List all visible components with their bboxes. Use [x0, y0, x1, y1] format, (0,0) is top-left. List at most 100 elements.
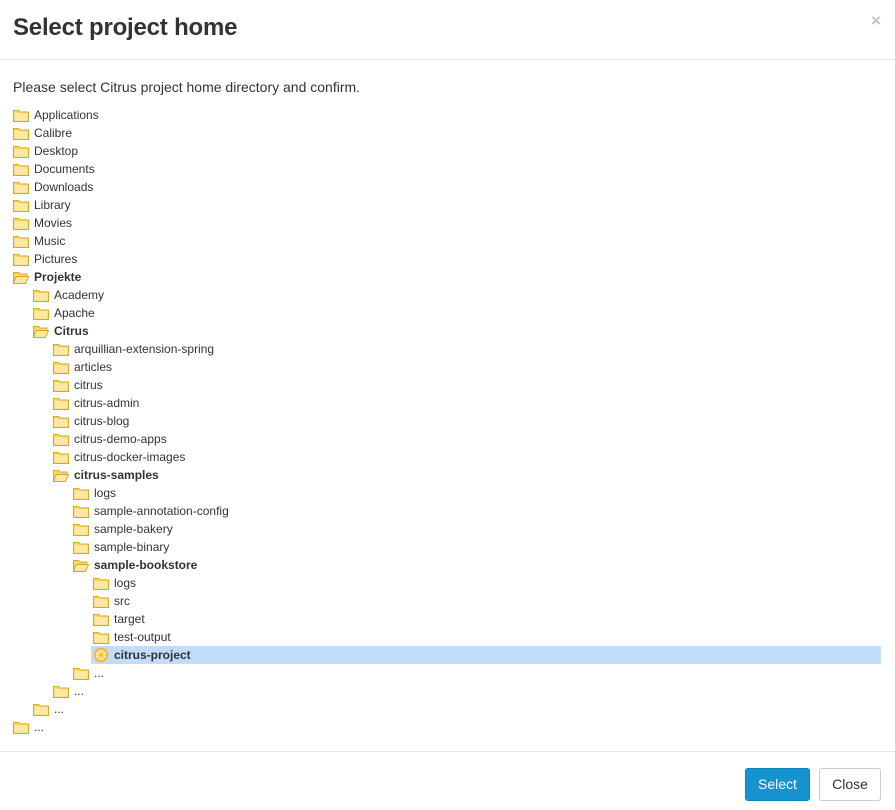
tree-node-label: Projekte	[34, 270, 82, 284]
folder-icon	[73, 487, 89, 500]
tree-node-label: ...	[54, 702, 65, 716]
dialog-header: Select project home ×	[0, 0, 895, 60]
tree-node[interactable]: citrus-blog	[53, 412, 129, 430]
tree-node[interactable]: Pictures	[13, 250, 77, 268]
tree-node-label: citrus-docker-images	[74, 450, 186, 464]
tree-node-label: Apache	[54, 306, 95, 320]
tree-node[interactable]: articles	[53, 358, 112, 376]
folder-icon	[13, 253, 29, 266]
instruction-text: Please select Citrus project home direct…	[13, 79, 361, 95]
tree-node-label: target	[114, 612, 145, 626]
tree-node[interactable]: target	[93, 610, 145, 628]
tree-node[interactable]: Music	[13, 232, 65, 250]
tree-node[interactable]: Desktop	[13, 142, 78, 160]
folder-icon	[93, 613, 109, 626]
tree-node[interactable]: Academy	[33, 286, 104, 304]
tree-node-label: ...	[74, 684, 85, 698]
folder-icon	[13, 235, 29, 248]
tree-node-label: articles	[74, 360, 113, 374]
folder-icon	[13, 145, 29, 158]
tree-node[interactable]: ...	[13, 718, 44, 736]
folder-icon	[53, 433, 69, 446]
folder-icon	[13, 127, 29, 140]
tree-node[interactable]: ...	[33, 700, 64, 718]
tree-node[interactable]: arquillian-extension-spring	[53, 340, 214, 358]
tree-node[interactable]: Downloads	[13, 178, 93, 196]
tree-node[interactable]: Applications	[13, 106, 99, 124]
tree-node[interactable]: citrus-docker-images	[53, 448, 185, 466]
tree-node-label: Desktop	[34, 144, 79, 158]
tree-node-label: citrus-project	[114, 648, 191, 662]
tree-node[interactable]: citrus-samples	[52, 466, 159, 484]
tree-node[interactable]: ...	[73, 664, 104, 682]
tree-node-label: logs	[114, 576, 137, 590]
tree-node[interactable]: logs	[73, 484, 116, 502]
tree-node-label: src	[114, 594, 130, 608]
tree-node-label: Movies	[34, 216, 73, 230]
folder-icon	[73, 541, 89, 554]
folder-icon	[13, 217, 29, 230]
folder-icon	[73, 505, 89, 518]
tree-node[interactable]: sample-binary	[73, 538, 169, 556]
folder-icon	[73, 667, 89, 680]
tree-node-label: Academy	[54, 288, 105, 302]
folder-icon	[13, 181, 29, 194]
folder-icon	[33, 289, 49, 302]
tree-node-label: Applications	[34, 108, 99, 122]
tree-node-label: citrus-demo-apps	[74, 432, 167, 446]
tree-node[interactable]: Movies	[13, 214, 72, 232]
folder-open-icon	[32, 325, 50, 338]
tree-node-label: test-output	[114, 630, 171, 644]
tree-node[interactable]: Apache	[33, 304, 95, 322]
tree-node[interactable]: citrus	[53, 376, 103, 394]
folder-icon	[93, 631, 109, 644]
folder-icon	[73, 523, 89, 536]
tree-node[interactable]: Library	[13, 196, 71, 214]
tree-node[interactable]: test-output	[93, 628, 171, 646]
tree-node[interactable]: Calibre	[13, 124, 72, 142]
tree-node-label: ...	[94, 666, 105, 680]
tree-node-label: Library	[34, 198, 71, 212]
tree-node-label: Pictures	[34, 252, 78, 266]
folder-icon	[13, 109, 29, 122]
tree-node[interactable]: logs	[93, 574, 136, 592]
tree-node[interactable]: ...	[53, 682, 84, 700]
tree-node[interactable]: sample-annotation-config	[73, 502, 229, 520]
folder-open-icon	[72, 559, 90, 572]
tree-node[interactable]: Citrus	[32, 322, 89, 340]
folder-icon	[53, 397, 69, 410]
select-button[interactable]: Select	[745, 768, 810, 801]
tree-node-label: ...	[34, 720, 45, 734]
folder-icon	[53, 685, 69, 698]
tree-node[interactable]: sample-bookstore	[72, 556, 198, 574]
tree-node-label: citrus	[74, 378, 103, 392]
folder-icon	[53, 415, 69, 428]
close-icon[interactable]: ×	[871, 11, 881, 31]
tree-node[interactable]: Projekte	[12, 268, 82, 286]
tree-node[interactable]: src	[93, 592, 130, 610]
tree-node[interactable]: citrus-demo-apps	[53, 430, 167, 448]
folder-icon	[53, 361, 69, 374]
tree-node-label: sample-bookstore	[94, 558, 198, 572]
tree-node-project[interactable]: citrus-project	[91, 646, 881, 664]
dialog-footer: Select Close	[0, 751, 895, 810]
tree-node-label: Downloads	[34, 180, 94, 194]
tree-node-label: logs	[94, 486, 117, 500]
folder-open-icon	[52, 469, 70, 482]
tree-node-label: Calibre	[34, 126, 73, 140]
tree-node[interactable]: citrus-admin	[53, 394, 139, 412]
close-button[interactable]: Close	[819, 768, 881, 801]
folder-icon	[33, 703, 49, 716]
folder-icon	[33, 307, 49, 320]
tree-node-label: Documents	[34, 162, 95, 176]
folder-icon	[13, 199, 29, 212]
tree-node-label: citrus-blog	[74, 414, 130, 428]
folder-icon	[53, 379, 69, 392]
tree-node[interactable]: Documents	[13, 160, 95, 178]
tree-node-label: citrus-samples	[74, 468, 159, 482]
folder-icon	[93, 577, 109, 590]
folder-open-icon	[12, 271, 30, 284]
tree-node-label: Citrus	[54, 324, 89, 338]
tree-node[interactable]: sample-bakery	[73, 520, 173, 538]
dialog-title: Select project home	[13, 14, 238, 41]
